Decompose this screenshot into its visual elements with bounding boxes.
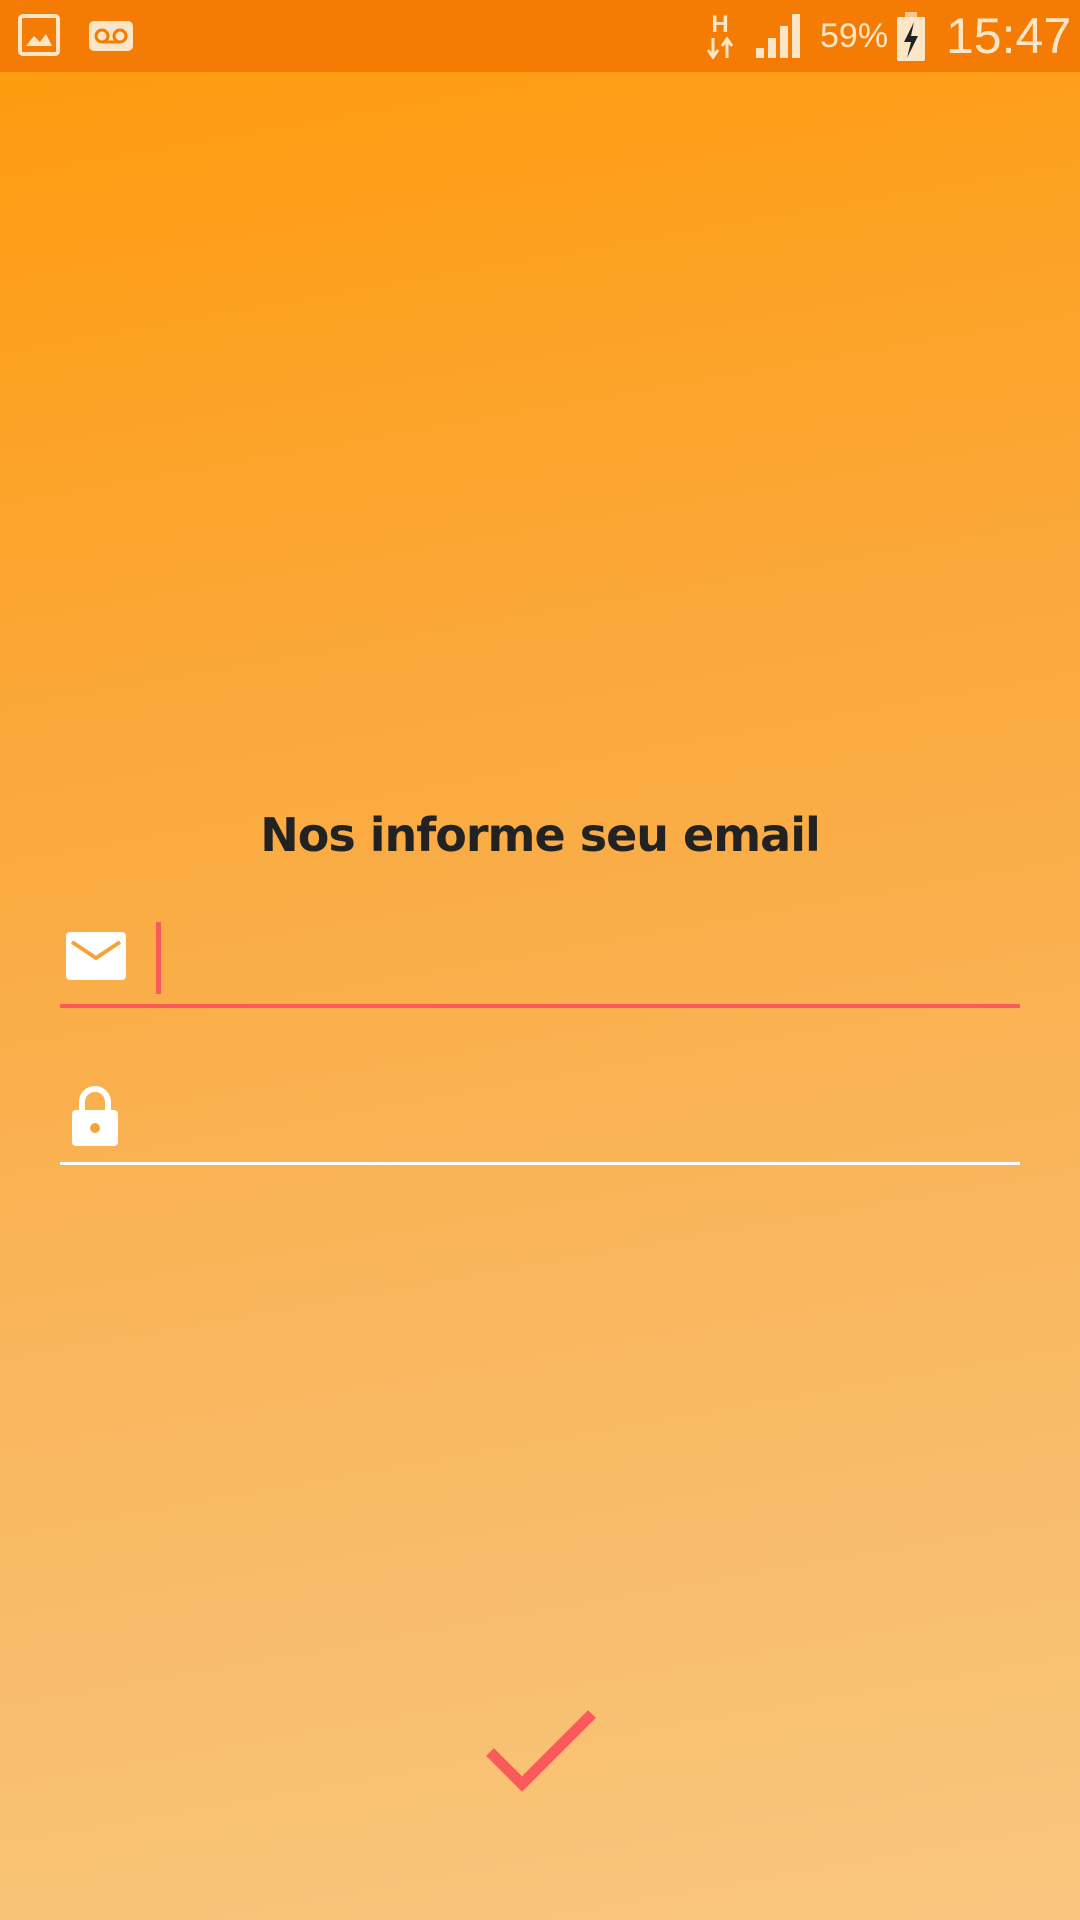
password-field[interactable] [60,1072,1020,1165]
battery-charging-icon [897,12,925,61]
email-input[interactable] [156,922,1006,998]
gallery-icon [18,14,60,56]
login-screen: H 59% 15:47 Nos informe seu email [0,0,1080,1920]
password-input[interactable] [156,1080,1006,1156]
network-h-icon: H [706,11,734,60]
page-title: Nos informe seu email [260,808,821,862]
status-bar: H 59% 15:47 [0,0,1080,72]
mail-icon [66,932,126,980]
email-field[interactable] [60,914,1020,1008]
lock-icon [72,1086,118,1146]
submit-button[interactable] [484,1706,598,1796]
network-type-label: H [711,11,728,38]
battery-percent: 59% [820,17,889,55]
text-caret [156,922,161,994]
voicemail-icon [89,21,133,51]
checkmark-icon [486,1710,596,1792]
signal-icon [756,14,800,58]
clock: 15:47 [946,8,1072,64]
